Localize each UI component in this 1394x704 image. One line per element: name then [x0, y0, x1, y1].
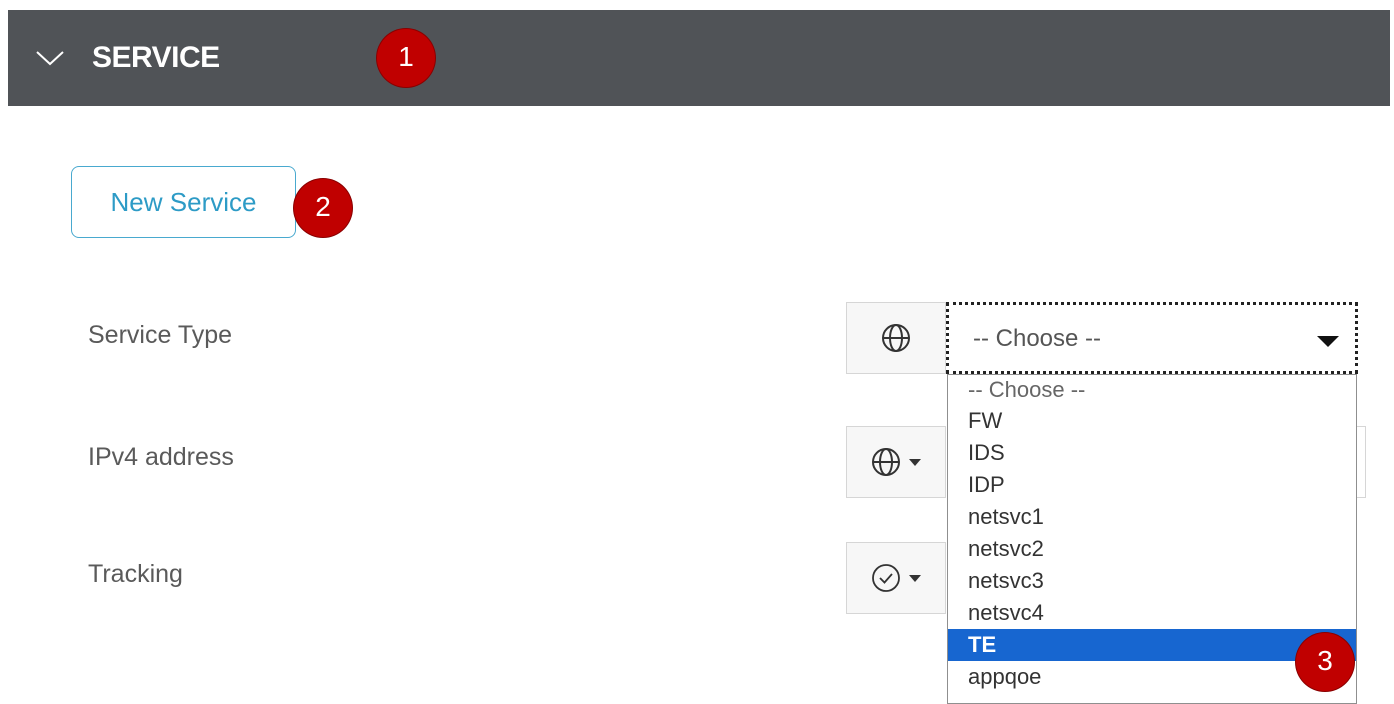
service-type-selected-value: -- Choose -- — [973, 325, 1102, 352]
globe-icon — [882, 324, 910, 352]
tracking-label: Tracking — [88, 560, 183, 588]
service-type-label: Service Type — [88, 321, 233, 349]
globe-icon — [872, 448, 900, 476]
option-appqoe[interactable]: appqoe — [948, 661, 1356, 693]
caret-down-icon — [909, 458, 921, 466]
check-circle-icon — [872, 564, 900, 592]
option-fw[interactable]: FW — [948, 405, 1356, 437]
section-title: SERVICE — [92, 41, 220, 74]
service-type-scope-button[interactable] — [846, 302, 946, 374]
option-netsvc1[interactable]: netsvc1 — [948, 501, 1356, 533]
option-idp[interactable]: IDP — [948, 469, 1356, 501]
ipv4-scope-dropdown[interactable] — [846, 426, 946, 498]
option-netsvc3[interactable]: netsvc3 — [948, 565, 1356, 597]
service-section-header[interactable]: SERVICE — [8, 10, 1390, 106]
dropdown-caret-icon — [1317, 336, 1339, 347]
service-type-select[interactable]: -- Choose -- — [946, 302, 1358, 374]
tracking-scope-dropdown[interactable] — [846, 542, 946, 614]
chevron-down-icon[interactable] — [34, 48, 66, 68]
new-service-button[interactable]: New Service — [71, 166, 296, 238]
option-choose[interactable]: -- Choose -- — [948, 375, 1356, 405]
annotation-badge-1: 1 — [377, 29, 435, 87]
ipv4-address-input[interactable] — [1356, 426, 1366, 498]
ipv4-address-label: IPv4 address — [88, 443, 234, 471]
annotation-badge-3: 3 — [1296, 633, 1354, 691]
option-netsvc2[interactable]: netsvc2 — [948, 533, 1356, 565]
option-netsvc4[interactable]: netsvc4 — [948, 597, 1356, 629]
caret-down-icon — [909, 574, 921, 582]
option-te[interactable]: TE — [948, 629, 1356, 661]
option-ids[interactable]: IDS — [948, 437, 1356, 469]
annotation-badge-2: 2 — [294, 179, 352, 237]
service-type-options-list[interactable]: -- Choose -- FW IDS IDP netsvc1 netsvc2 … — [947, 374, 1357, 704]
